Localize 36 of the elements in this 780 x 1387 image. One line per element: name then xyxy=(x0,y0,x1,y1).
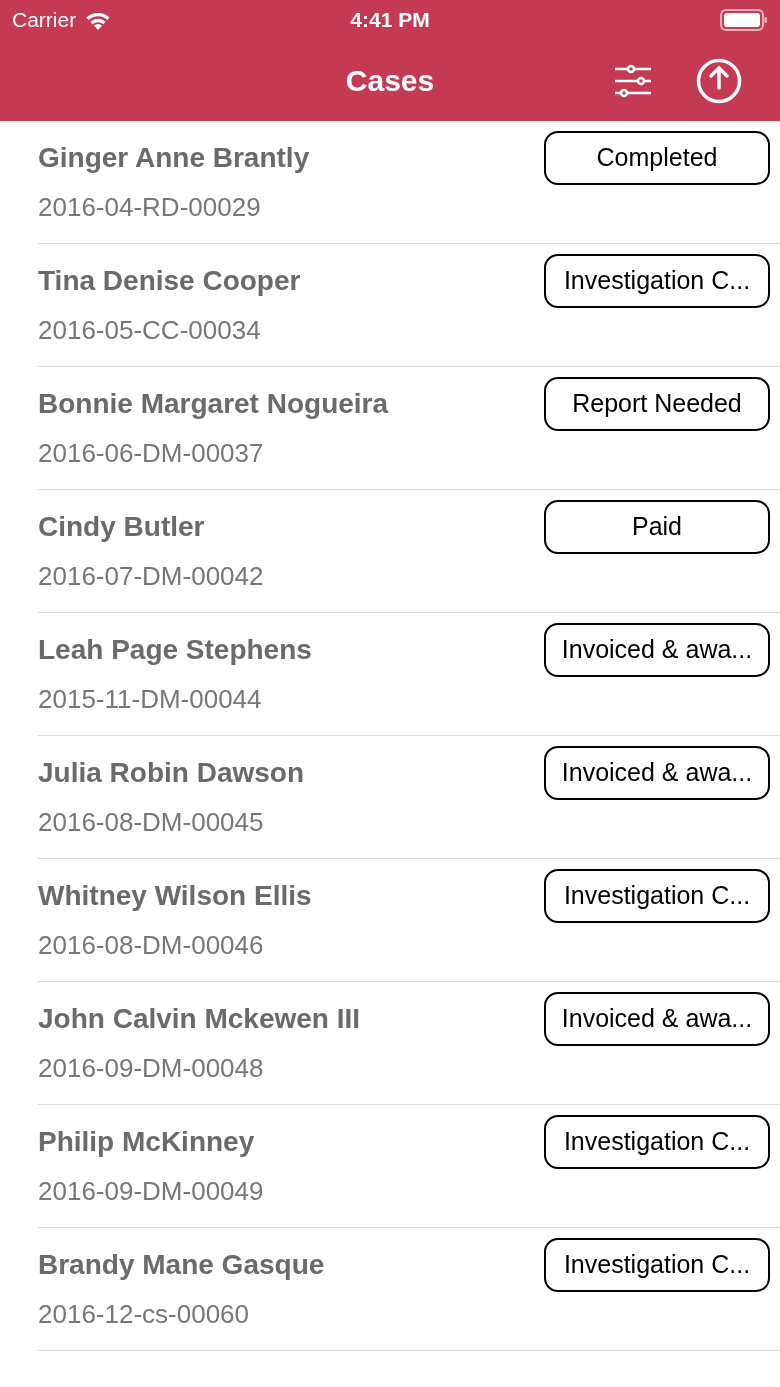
case-name: Leah Page Stephens xyxy=(38,633,312,667)
case-number: 2016-08-DM-00046 xyxy=(38,929,265,961)
case-number: 2015-11-DM-00044 xyxy=(38,683,263,715)
status-badge[interactable]: Invoiced & awa... xyxy=(544,623,770,677)
status-badge[interactable]: Investigation C... xyxy=(544,1238,770,1292)
case-name: Julia Robin Dawson xyxy=(38,756,305,790)
clock-time: 4:41 PM xyxy=(350,7,430,34)
upload-circle-icon[interactable] xyxy=(696,57,742,104)
case-number: 2016-05-CC-00034 xyxy=(38,314,262,346)
case-name: Ginger Anne Brantly xyxy=(38,141,310,175)
case-name: Bonnie Margaret Nogueira xyxy=(38,387,389,421)
battery-icon xyxy=(720,9,768,31)
status-badge[interactable]: Paid xyxy=(544,500,770,554)
case-number: 2016-09-DM-00049 xyxy=(38,1175,265,1207)
status-badge[interactable]: Invoiced & awa... xyxy=(544,746,770,800)
case-name: Whitney Wilson Ellis xyxy=(38,879,312,913)
case-number: 2016-04-RD-00029 xyxy=(38,191,262,223)
nav-title: Cases xyxy=(345,63,435,99)
status-badge[interactable]: Completed xyxy=(544,131,770,185)
case-number: 2016-08-DM-00045 xyxy=(38,806,265,838)
case-number: 2016-06-DM-00037 xyxy=(38,437,265,469)
case-name: Brandy Mane Gasque xyxy=(38,1248,325,1282)
status-badge[interactable]: Investigation C... xyxy=(544,1115,770,1169)
case-name: Cindy Butler xyxy=(38,510,205,544)
status-badge[interactable]: Invoiced & awa... xyxy=(544,992,770,1046)
case-name: Tina Denise Cooper xyxy=(38,264,301,298)
filter-sliders-icon[interactable] xyxy=(614,63,652,98)
status-badge[interactable]: Investigation C... xyxy=(544,869,770,923)
status-badge[interactable]: Investigation C... xyxy=(544,254,770,308)
carrier-label: Carrier xyxy=(12,7,77,34)
case-number: 2016-12-cs-00060 xyxy=(38,1298,251,1330)
case-name: John Calvin Mckewen III xyxy=(38,1002,361,1036)
case-number: 2016-09-DM-00048 xyxy=(38,1052,265,1084)
case-number: 2016-07-DM-00042 xyxy=(38,560,265,592)
status-badge[interactable]: Report Needed xyxy=(544,377,770,431)
case-name: Philip McKinney xyxy=(38,1125,255,1159)
